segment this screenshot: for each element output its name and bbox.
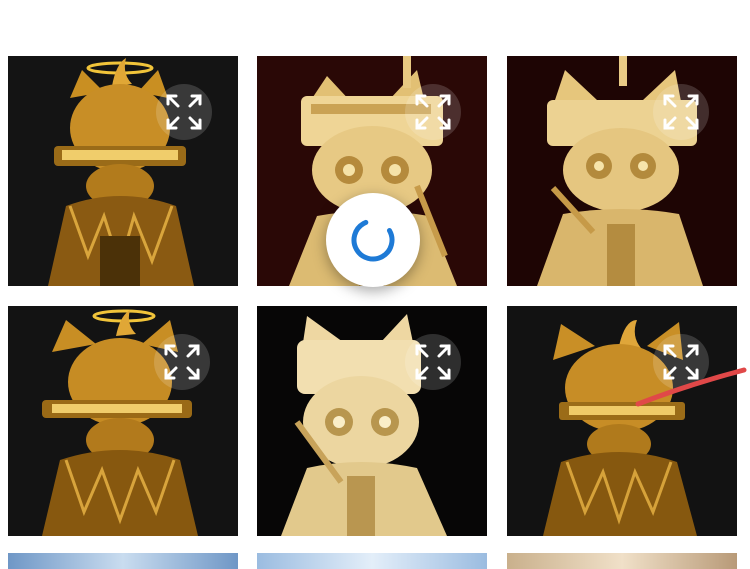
expand-button[interactable] <box>653 334 709 390</box>
expand-arrows-icon <box>415 94 451 130</box>
expand-arrows-icon <box>663 94 699 130</box>
gallery-tile-3[interactable] <box>507 56 737 286</box>
gallery-tile-9[interactable] <box>507 553 737 569</box>
loading-spinner <box>326 193 420 287</box>
gallery-tile-4[interactable] <box>8 306 238 536</box>
expand-button[interactable] <box>156 84 212 140</box>
gallery-tile-6[interactable] <box>507 306 737 536</box>
expand-arrows-icon <box>663 344 699 380</box>
expand-arrows-icon <box>164 344 200 380</box>
image-gallery-page <box>0 0 750 569</box>
loading-spinner-icon <box>351 218 395 262</box>
expand-button[interactable] <box>405 84 461 140</box>
gallery-tile-8[interactable] <box>257 553 487 569</box>
gallery-tile-1[interactable] <box>8 56 238 286</box>
gallery-tile-5[interactable] <box>257 306 487 536</box>
expand-arrows-icon <box>166 94 202 130</box>
expand-button[interactable] <box>653 84 709 140</box>
expand-button[interactable] <box>405 334 461 390</box>
expand-arrows-icon <box>415 344 451 380</box>
gallery-tile-7[interactable] <box>8 553 238 569</box>
expand-button[interactable] <box>154 334 210 390</box>
